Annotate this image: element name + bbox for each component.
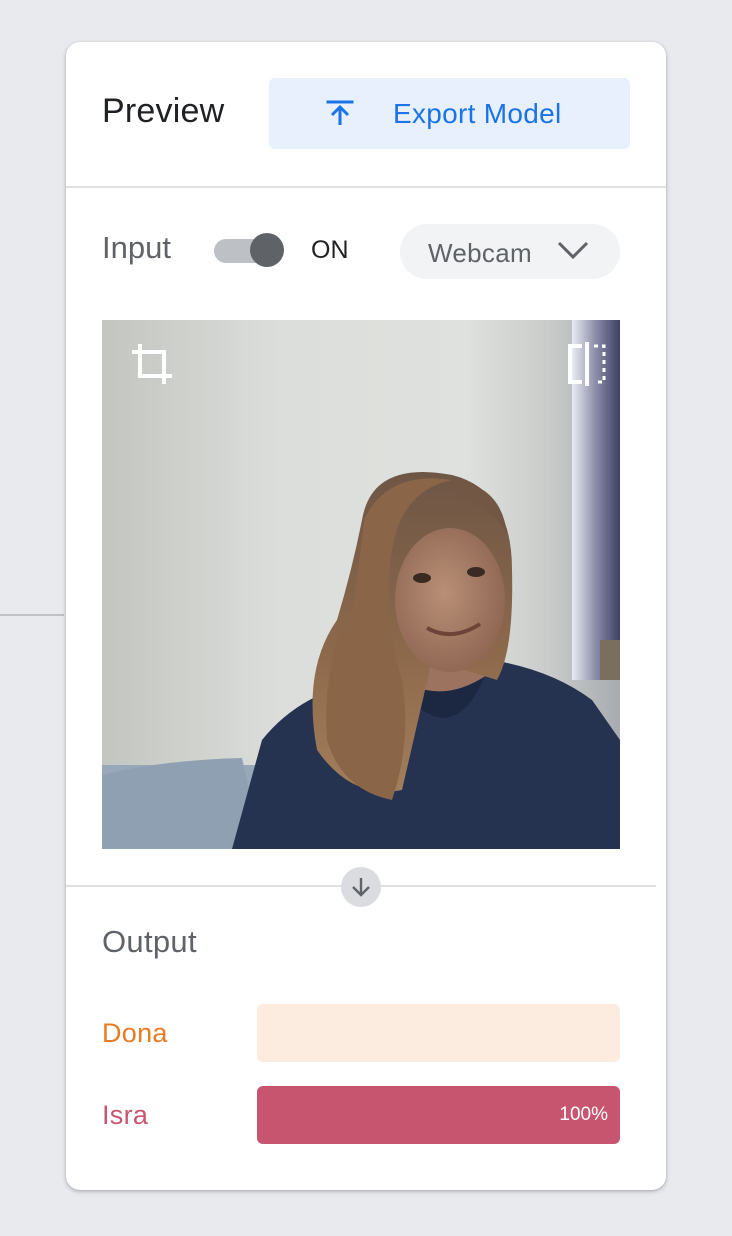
output-title: Output [102,924,197,959]
input-source-label: Webcam [428,238,532,268]
chevron-down-icon [557,241,589,260]
export-model-button[interactable]: Export Model [269,78,630,149]
toggle-knob [250,233,284,267]
input-label: Input [102,230,171,265]
upload-icon [326,100,354,125]
class-row-dona: Dona [102,1004,620,1062]
toggle-state-label: ON [311,236,349,264]
webcam-image [102,320,620,849]
confidence-label: 100% [559,1104,608,1125]
panel-title: Preview [102,92,225,130]
preview-header: Preview Export Model [66,42,666,188]
flip-icon[interactable] [566,340,608,388]
class-name: Dona [102,1018,168,1048]
connector-line [0,614,64,616]
flow-arrow [341,867,381,907]
preview-panel: Preview Export Model Input ON Webcam Out… [66,42,666,1190]
class-row-isra: Isra 100% [102,1086,620,1144]
crop-icon[interactable] [128,340,176,388]
input-toggle[interactable] [212,233,286,269]
confidence-bar [257,1004,620,1062]
webcam-preview [102,320,620,849]
arrow-down-icon [352,878,370,897]
class-name: Isra [102,1100,149,1130]
input-source-dropdown[interactable]: Webcam [400,224,620,279]
export-model-label: Export Model [393,98,562,129]
confidence-bar: 100% [257,1086,620,1144]
